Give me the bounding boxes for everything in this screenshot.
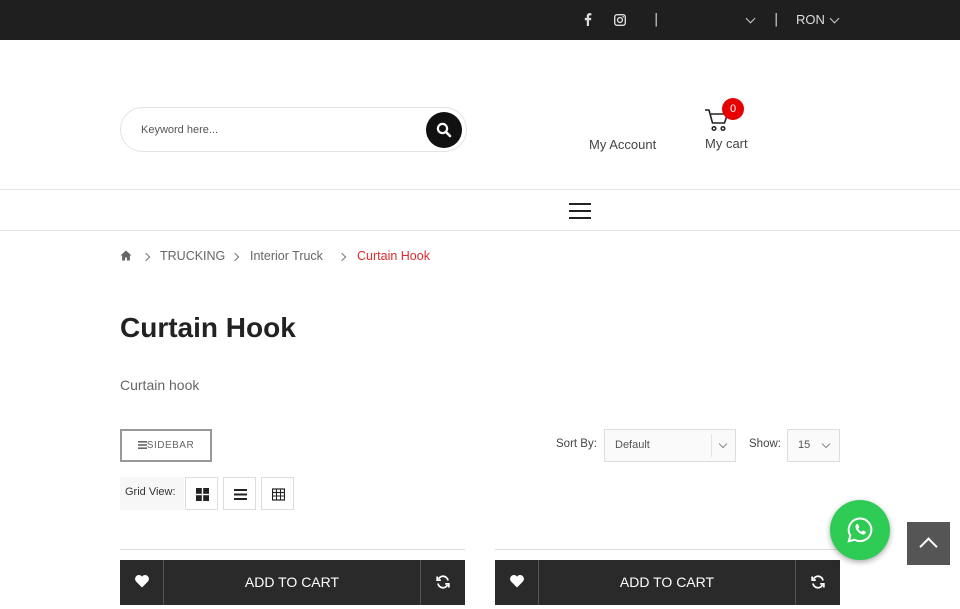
sort-select-value: Default: [615, 439, 650, 451]
my-cart-link[interactable]: My cart: [705, 136, 748, 151]
main-navbar: [0, 189, 960, 231]
product-card: ADD TO CART: [495, 549, 840, 609]
product-action-bar: ADD TO CART: [120, 560, 465, 605]
compare-button[interactable]: [420, 560, 465, 605]
category-description: Curtain hook: [120, 377, 200, 393]
grid-icon: [196, 488, 209, 501]
add-to-cart-button[interactable]: ADD TO CART: [539, 560, 795, 605]
top-bar: | | RON: [0, 0, 960, 40]
chevron-down-icon: [821, 439, 831, 449]
list-view-button[interactable]: [223, 477, 256, 510]
page-title: Curtain Hook: [120, 312, 296, 343]
sidebar-toggle-button[interactable]: SIDEBAR: [120, 429, 212, 462]
chevron-right-icon: [141, 252, 151, 262]
show-select-value: 15: [798, 439, 811, 451]
topbar-separator: |: [774, 12, 779, 27]
whatsapp-icon: [847, 517, 873, 543]
compare-button[interactable]: [795, 560, 840, 605]
table-view-button[interactable]: [261, 477, 294, 510]
currency-selector[interactable]: RON: [796, 0, 825, 40]
list-icon: [137, 441, 147, 449]
chevron-right-icon: [337, 252, 347, 262]
chevron-right-icon: [230, 252, 240, 262]
wishlist-button[interactable]: [495, 560, 539, 605]
product-card: ADD TO CART: [120, 549, 465, 609]
whatsapp-chat-button[interactable]: [830, 500, 890, 560]
search-icon: [436, 122, 452, 138]
chevron-down-icon[interactable]: [829, 13, 840, 24]
home-icon[interactable]: [120, 250, 132, 264]
cart-count-badge: 0: [722, 98, 744, 120]
my-account-link[interactable]: My Account: [589, 137, 656, 152]
heart-icon: [510, 575, 524, 588]
list-icon: [234, 489, 247, 500]
facebook-icon[interactable]: [584, 0, 592, 40]
product-action-bar: ADD TO CART: [495, 560, 840, 605]
sidebar-button-label: SIDEBAR: [146, 440, 195, 451]
add-to-cart-button[interactable]: ADD TO CART: [164, 560, 420, 605]
show-label: Show:: [749, 438, 781, 450]
table-icon: [272, 488, 285, 501]
instagram-icon[interactable]: [614, 0, 626, 40]
chevron-up-icon: [919, 537, 938, 556]
grid-view-label: Grid View:: [120, 477, 184, 510]
search-button[interactable]: [426, 112, 462, 148]
search-box: [120, 107, 467, 152]
breadcrumb-current: Curtain Hook: [357, 249, 430, 263]
scroll-to-top-button[interactable]: [907, 522, 950, 565]
breadcrumb-item[interactable]: TRUCKING: [160, 249, 225, 263]
show-select[interactable]: 15: [787, 429, 840, 462]
grid-view-button[interactable]: [185, 477, 218, 510]
language-selector[interactable]: [670, 0, 750, 40]
chevron-down-icon: [718, 439, 728, 449]
search-input[interactable]: [141, 120, 421, 140]
refresh-icon: [436, 575, 450, 589]
wishlist-button[interactable]: [120, 560, 164, 605]
topbar-separator: |: [654, 12, 659, 27]
refresh-icon: [811, 575, 825, 589]
sort-select[interactable]: Default: [604, 429, 736, 462]
sort-by-label: Sort By:: [556, 438, 597, 450]
menu-icon[interactable]: [569, 203, 591, 219]
breadcrumb-item[interactable]: Interior Truck: [250, 249, 323, 263]
heart-icon: [135, 575, 149, 588]
